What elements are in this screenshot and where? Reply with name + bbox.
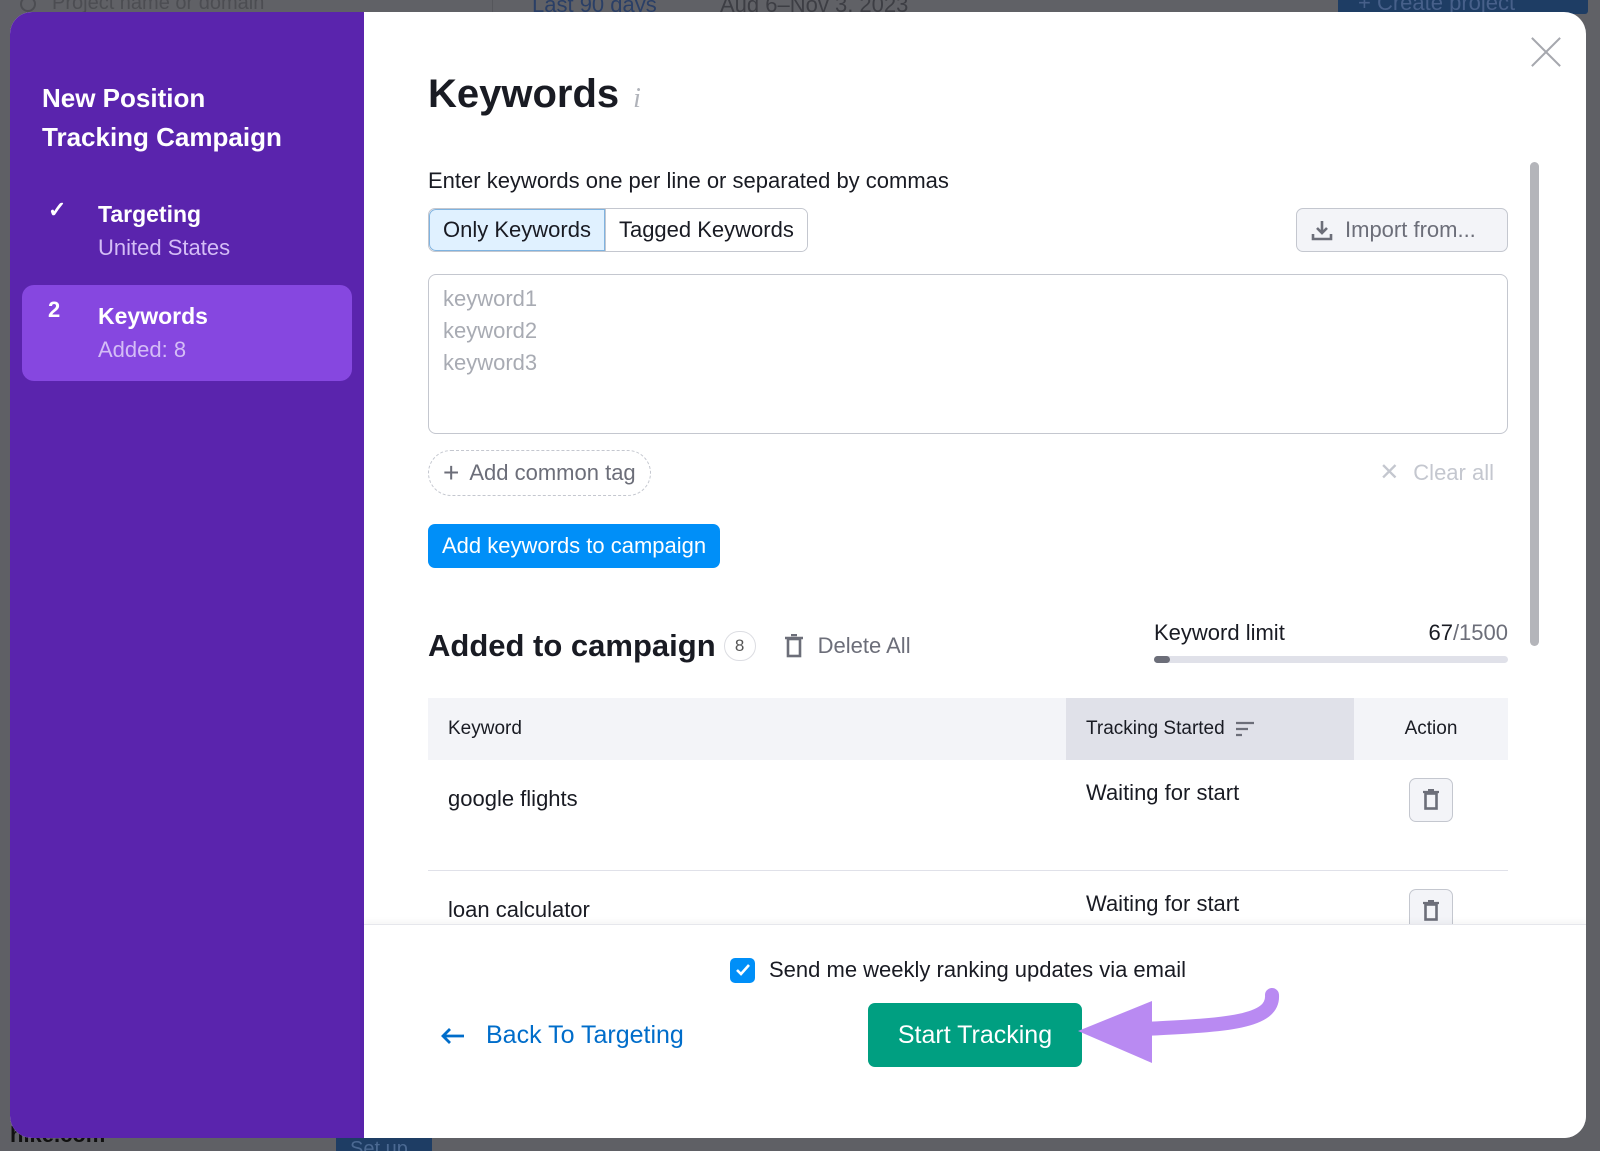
step-number: 2 xyxy=(48,297,61,322)
background-divider xyxy=(492,0,493,12)
annotation-arrow-icon xyxy=(1078,988,1279,1063)
download-icon xyxy=(1311,221,1333,241)
status-cell: Waiting for start xyxy=(1066,760,1354,871)
keywords-scroll-area: Keywords i Enter keywords one per line o… xyxy=(428,12,1508,981)
tab-tagged-keywords[interactable]: Tagged Keywords xyxy=(604,209,807,251)
step-label: Targeting xyxy=(98,201,202,227)
step-sublabel: Added: 8 xyxy=(98,337,187,362)
keywords-input[interactable]: keyword1 keyword2 keyword3 xyxy=(428,274,1508,434)
close-icon: ✕ xyxy=(1379,459,1400,486)
email-updates-label: Send me weekly ranking updates via email xyxy=(769,957,1187,982)
trash-icon xyxy=(1423,899,1439,921)
added-section-header: Added to campaign 8 Delete All xyxy=(428,628,911,664)
new-campaign-modal: New Position Tracking Campaign ✓ Targeti… xyxy=(10,12,1586,1138)
action-cell xyxy=(1354,760,1508,871)
table-row: google flights Waiting for start xyxy=(428,760,1508,871)
keyword-limit-label: Keyword limit xyxy=(1154,620,1285,645)
delete-all-button[interactable]: Delete All xyxy=(784,633,911,659)
step-label: Keywords xyxy=(98,303,208,329)
email-updates-checkbox[interactable] xyxy=(730,957,755,983)
plus-icon: + xyxy=(443,457,460,488)
keywords-panel: Keywords i Enter keywords one per line o… xyxy=(364,12,1586,1138)
keyword-limit-value: 67/1500 xyxy=(1428,620,1508,646)
clear-all-label: Clear all xyxy=(1413,459,1494,485)
page-title-text: Keywords xyxy=(428,72,620,116)
keyword-limit: Keyword limit 67/1500 xyxy=(1154,620,1508,663)
page-title: Keywords i xyxy=(428,72,641,117)
limit-total: /1500 xyxy=(1452,620,1508,645)
added-title: Added to campaign xyxy=(428,628,716,663)
trash-icon xyxy=(1423,789,1439,810)
import-label: Import from... xyxy=(1345,217,1476,242)
column-action: Action xyxy=(1354,698,1508,760)
limit-used: 67 xyxy=(1428,620,1453,645)
delete-row-button[interactable] xyxy=(1409,778,1453,822)
add-keywords-button[interactable]: Add keywords to campaign xyxy=(428,524,721,568)
wizard-sidebar: New Position Tracking Campaign ✓ Targeti… xyxy=(10,12,364,1138)
column-keyword: Keyword xyxy=(428,698,1066,760)
back-to-targeting-link[interactable]: Back To Targeting xyxy=(440,1021,684,1050)
modal-footer: Send me weekly ranking updates via email… xyxy=(364,924,1586,1138)
step-targeting[interactable]: ✓ Targeting United States xyxy=(22,185,352,277)
check-icon xyxy=(735,964,750,976)
search-icon xyxy=(20,0,36,12)
keyword-limit-bar xyxy=(1154,656,1508,663)
add-tag-label: Add common tag xyxy=(469,460,636,485)
start-tracking-button[interactable]: Start Tracking xyxy=(868,1003,1082,1067)
scrollbar[interactable] xyxy=(1530,162,1539,646)
table-header-row: Keyword Tracking Started Action xyxy=(428,698,1508,760)
keyword-mode-toggle: Only Keywords Tagged Keywords xyxy=(428,208,808,252)
count-badge: 8 xyxy=(723,631,756,661)
input-hint: Enter keywords one per line or separated… xyxy=(428,168,949,193)
close-icon[interactable] xyxy=(1530,36,1562,68)
wizard-title: New Position Tracking Campaign xyxy=(42,83,282,152)
keyword-cell: google flights xyxy=(428,760,1066,871)
tab-only-keywords[interactable]: Only Keywords xyxy=(429,209,605,251)
delete-all-label: Delete All xyxy=(817,633,911,658)
import-button[interactable]: Import from... xyxy=(1296,208,1508,252)
step-sublabel: United States xyxy=(98,235,231,260)
column-tracking-started-label: Tracking Started xyxy=(1086,718,1225,739)
back-label: Back To Targeting xyxy=(486,1021,684,1049)
check-icon: ✓ xyxy=(48,197,67,222)
step-keywords[interactable]: 2 Keywords Added: 8 xyxy=(22,285,352,381)
trash-icon xyxy=(784,634,803,658)
email-updates-option[interactable]: Send me weekly ranking updates via email xyxy=(730,957,1186,983)
background-setup-button: Set up xyxy=(336,1138,432,1151)
add-common-tag-button[interactable]: + Add common tag xyxy=(428,450,651,496)
info-icon[interactable]: i xyxy=(633,83,641,115)
arrow-left-icon xyxy=(441,1027,464,1044)
sort-icon xyxy=(1235,721,1254,737)
column-tracking-started[interactable]: Tracking Started xyxy=(1066,698,1354,760)
clear-all-button[interactable]: ✕ Clear all xyxy=(1379,458,1494,487)
keyword-limit-bar-fill xyxy=(1154,656,1170,663)
